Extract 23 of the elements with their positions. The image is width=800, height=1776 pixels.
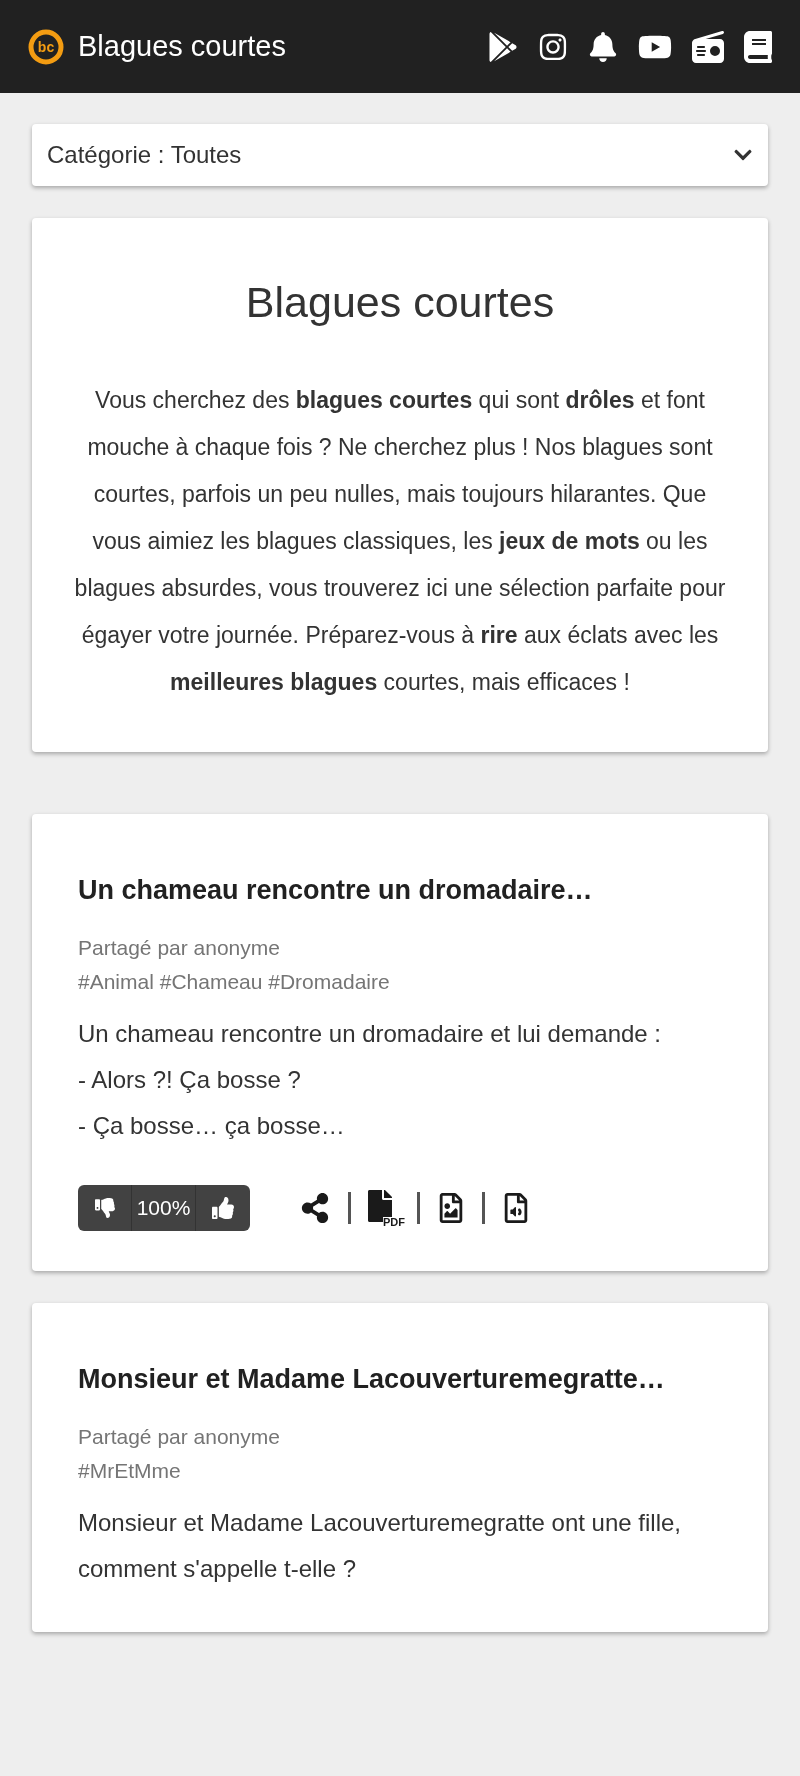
joke-line: Un chameau rencontre un dromadaire et lui demande : xyxy=(78,1018,662,1049)
logo-icon: bc xyxy=(28,28,64,65)
joke-title[interactable]: Un chameau rencontre un dromadaire… xyxy=(78,869,722,910)
joke-author: Partagé par anonyme xyxy=(78,1424,281,1450)
instagram-icon[interactable] xyxy=(538,31,568,62)
joke-line: - Alors ?! Ça bosse ? xyxy=(78,1064,302,1095)
joke-line: Monsieur et Madame Lacouverturemegratte ont une fille, comment s'appelle t-elle ? xyxy=(78,1507,682,1584)
category-select[interactable]: Catégorie : Toutes xyxy=(32,124,768,186)
joke-tags: #MrEtMme xyxy=(78,1452,722,1488)
joke-line: - Ça bosse… ça bosse… xyxy=(78,1110,346,1141)
joke-title[interactable]: Monsieur et Madame Lacouverturemegratte… xyxy=(78,1358,722,1399)
intro-title: Blagues courtes xyxy=(245,277,555,328)
joke-tags: #Animal #Chameau #Dromadaire xyxy=(78,963,722,999)
play-store-icon[interactable] xyxy=(488,30,518,63)
bell-icon[interactable] xyxy=(588,31,618,62)
site-title[interactable]: Blagues courtes xyxy=(78,24,286,69)
vote-score: 100% xyxy=(132,1184,196,1231)
joke-author: Partagé par anonyme xyxy=(78,935,281,961)
thumbs-up-icon xyxy=(212,1196,234,1219)
thumbs-down-icon xyxy=(94,1197,115,1218)
book-icon[interactable] xyxy=(744,30,772,63)
intro-text: Vous cherchez des blagues courtes qui sont drôles et font mouche à chaque fois ? Ne cherchez plus ! Nos blagues sont courtes, parfois un peu nulles, mais toujours hilarantes. Que vous aimiez les blagues classiques, les jeux de mots ou les blagues absurdes, vous trouverez ici une sélection parfaite pour égayer votre journée. Préparez-vous à rire aux éclats avec les meilleures blagues courtes, mais efficaces ! xyxy=(73,385,727,697)
radio-icon[interactable] xyxy=(692,30,724,63)
